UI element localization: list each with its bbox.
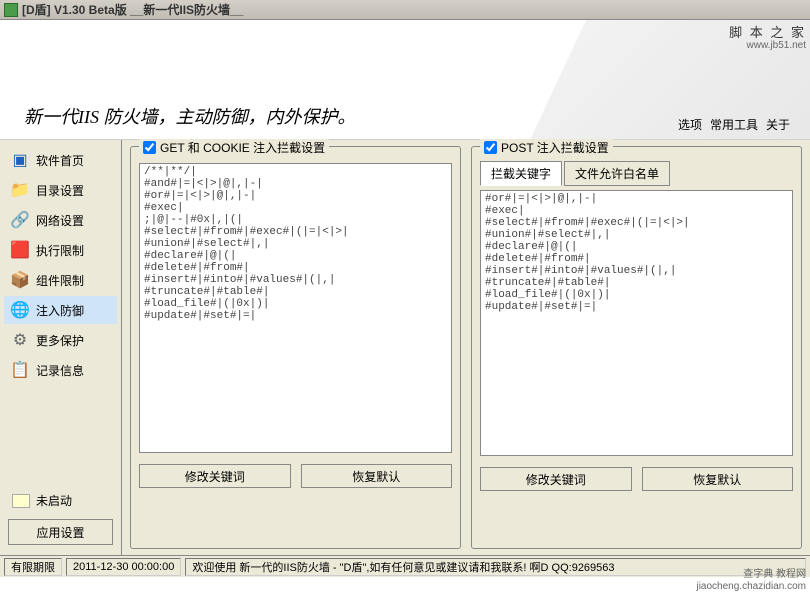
nav-label: 软件首页: [36, 152, 84, 169]
home-icon: ▣: [10, 150, 30, 170]
watermark-url2: jiaocheng.chazidian.com: [696, 581, 806, 593]
apply-button[interactable]: 应用设置: [8, 519, 113, 545]
cube-icon: 🟥: [10, 240, 30, 260]
nav-label: 执行限制: [36, 242, 84, 259]
statusbar: 有限期限 2011-12-30 00:00:00 欢迎使用 新一代的IIS防火墙…: [0, 555, 810, 577]
nav-label: 组件限制: [36, 272, 84, 289]
menu-about[interactable]: 关于: [766, 116, 790, 133]
app-icon: [4, 3, 18, 17]
status-indicator: [12, 494, 30, 508]
shield-icon: 🌐: [10, 300, 30, 320]
log-icon: 📋: [10, 360, 30, 380]
titlebar-text: [D盾] V1.30 Beta版 __新一代IIS防火墙__: [22, 1, 243, 18]
status-row: 未启动: [8, 488, 113, 513]
nav-label: 更多保护: [36, 332, 84, 349]
watermark-top: 脚 本 之 家: [729, 22, 806, 41]
nav-comp[interactable]: 📦 组件限制: [4, 266, 117, 294]
tab-block-keywords[interactable]: 拦截关键字: [480, 161, 562, 186]
folder-icon: 📁: [10, 180, 30, 200]
nav-exec[interactable]: 🟥 执行限制: [4, 236, 117, 264]
restore-default-button[interactable]: 恢复默认: [301, 464, 453, 488]
nav-label: 目录设置: [36, 182, 84, 199]
nav-label: 网络设置: [36, 212, 84, 229]
group-post: POST 注入拦截设置 拦截关键字 文件允许白名单 修改关键词 恢复默认: [471, 146, 802, 549]
post-checkbox[interactable]: [484, 141, 497, 154]
btn-row: 修改关键词 恢复默认: [480, 467, 793, 491]
nav-more[interactable]: ⚙ 更多保护: [4, 326, 117, 354]
status-label-cell: 有限期限: [4, 558, 62, 576]
get-checkbox[interactable]: [143, 141, 156, 154]
menu-options[interactable]: 选项: [678, 116, 702, 133]
post-rules-textarea[interactable]: [480, 190, 793, 456]
status-label: 未启动: [36, 492, 72, 509]
sidebar-bottom: 未启动 应用设置: [4, 484, 117, 549]
modify-keywords-button[interactable]: 修改关键词: [480, 467, 632, 491]
restore-default-button[interactable]: 恢复默认: [642, 467, 794, 491]
status-date-cell: 2011-12-30 00:00:00: [66, 558, 181, 576]
watermark-bottom-right: 查字典 教程网 jiaocheng.chazidian.com: [696, 569, 806, 593]
btn-row: 修改关键词 恢复默认: [139, 464, 452, 488]
banner: 脚 本 之 家 www.jb51.net 新一代IIS 防火墙，主动防御，内外保…: [0, 20, 810, 140]
nav-home[interactable]: ▣ 软件首页: [4, 146, 117, 174]
sidebar: ▣ 软件首页 📁 目录设置 🔗 网络设置 🟥 执行限制 📦 组件限制 🌐 注入防御 ⚙ 更多保…: [0, 140, 122, 555]
nav-net[interactable]: 🔗 网络设置: [4, 206, 117, 234]
tab-whitelist[interactable]: 文件允许白名单: [564, 161, 670, 186]
banner-slogan: 新一代IIS 防火墙，主动防御，内外保护。: [24, 103, 356, 129]
tabs: 拦截关键字 文件允许白名单: [480, 161, 793, 186]
nav-dir[interactable]: 📁 目录设置: [4, 176, 117, 204]
banner-menu: 选项 常用工具 关于: [678, 116, 790, 133]
menu-tools[interactable]: 常用工具: [710, 116, 758, 133]
nav-log[interactable]: 📋 记录信息: [4, 356, 117, 384]
titlebar: [D盾] V1.30 Beta版 __新一代IIS防火墙__: [0, 0, 810, 20]
watermark-text: 查字典 教程网: [696, 569, 806, 581]
get-rules-textarea[interactable]: [139, 163, 452, 453]
group-title: GET 和 COOKIE 注入拦截设置: [139, 139, 329, 156]
nav-label: 记录信息: [36, 362, 84, 379]
main: ▣ 软件首页 📁 目录设置 🔗 网络设置 🟥 执行限制 📦 组件限制 🌐 注入防御 ⚙ 更多保…: [0, 140, 810, 555]
group-title: POST 注入拦截设置: [480, 139, 613, 156]
modify-keywords-button[interactable]: 修改关键词: [139, 464, 291, 488]
group-get-cookie: GET 和 COOKIE 注入拦截设置 修改关键词 恢复默认: [130, 146, 461, 549]
box-icon: 📦: [10, 270, 30, 290]
group-title-text: GET 和 COOKIE 注入拦截设置: [160, 139, 325, 156]
network-icon: 🔗: [10, 210, 30, 230]
group-title-text: POST 注入拦截设置: [501, 139, 609, 156]
nav-inject[interactable]: 🌐 注入防御: [4, 296, 117, 324]
gear-icon: ⚙: [10, 330, 30, 350]
watermark-url: www.jb51.net: [747, 40, 806, 51]
nav-label: 注入防御: [36, 302, 84, 319]
content: GET 和 COOKIE 注入拦截设置 修改关键词 恢复默认 POST 注入拦截…: [122, 140, 810, 555]
